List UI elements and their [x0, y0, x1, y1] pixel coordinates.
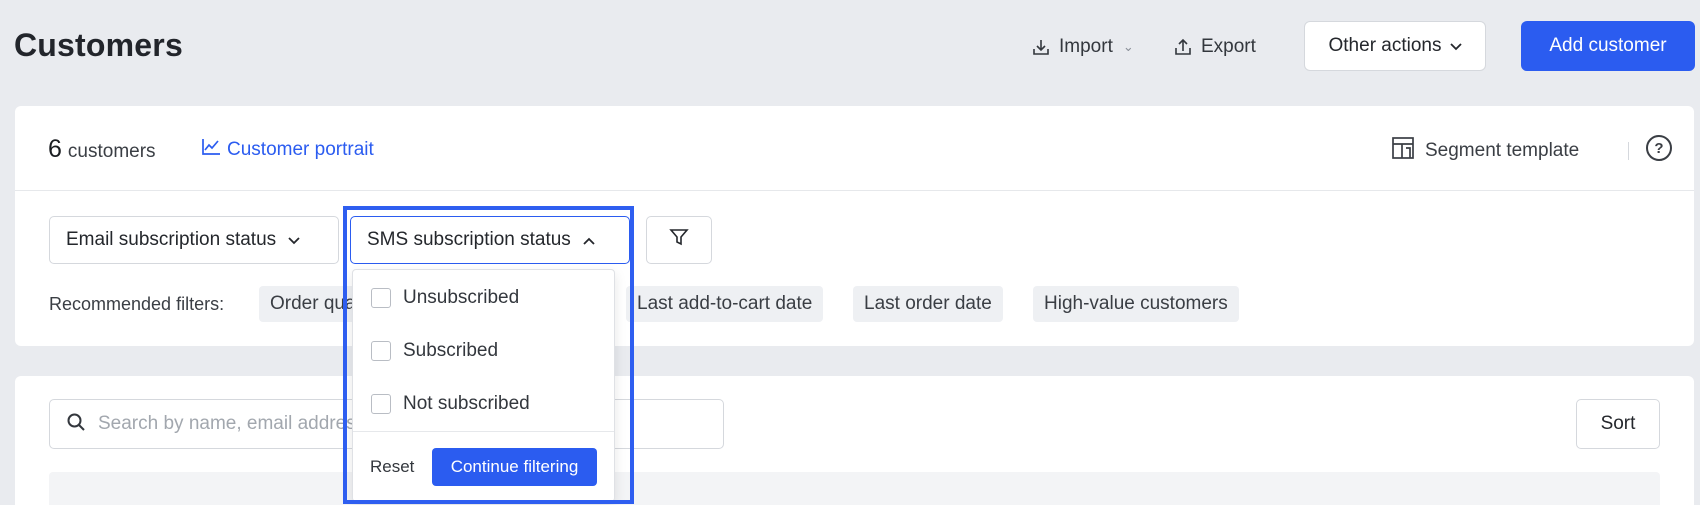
other-actions-label: Other actions	[1328, 35, 1442, 56]
customer-count-label: customers	[67, 141, 156, 162]
app-canvas: Customers Import ⌄ Export Other actions …	[0, 0, 1700, 505]
search-icon	[66, 412, 86, 437]
sms-subscription-filter-label: SMS subscription status	[367, 229, 571, 250]
import-label: Import	[1059, 36, 1113, 57]
continue-filtering-button[interactable]: Continue filtering	[432, 448, 597, 486]
reset-button[interactable]: Reset	[370, 457, 414, 477]
divider	[1628, 142, 1629, 160]
segment-template-label: Segment template	[1425, 140, 1580, 161]
option-label: Unsubscribed	[403, 287, 520, 308]
chevron-down-icon	[288, 229, 300, 251]
recommended-filter-chip[interactable]: Last add-to-cart date	[626, 286, 824, 322]
recommended-filters-label: Recommended filters:	[49, 294, 225, 314]
checkbox-icon[interactable]	[371, 288, 391, 308]
customer-portrait-link[interactable]: Customer portrait	[201, 138, 374, 162]
export-icon	[1173, 37, 1193, 57]
recommended-filter-chip[interactable]: High-value customers	[1033, 286, 1239, 322]
summary-card: 6 customers Customer portrait Segment te…	[15, 106, 1694, 346]
import-button[interactable]: Import ⌄	[1031, 34, 1134, 60]
export-button[interactable]: Export	[1173, 34, 1256, 60]
table-header	[49, 472, 1660, 505]
funnel-icon	[669, 227, 689, 253]
option-label: Subscribed	[403, 340, 499, 361]
customer-count: 6 customers	[48, 135, 156, 164]
customer-list-card: Sort	[15, 376, 1694, 505]
checkbox-icon[interactable]	[371, 394, 391, 414]
recommended-filter-chip[interactable]: Last order date	[853, 286, 1003, 322]
customer-portrait-label: Customer portrait	[227, 139, 374, 160]
chevron-down-icon	[1449, 35, 1462, 57]
sms-subscription-filter[interactable]: SMS subscription status	[350, 216, 630, 264]
dropdown-footer: Reset Continue filtering	[353, 431, 614, 501]
page-title: Customers	[14, 27, 183, 63]
add-customer-button[interactable]: Add customer	[1521, 21, 1695, 71]
chevron-down-icon: ⌄	[1122, 39, 1134, 54]
segment-template-button[interactable]: Segment template	[1391, 136, 1579, 166]
option-unsubscribed[interactable]: Unsubscribed	[371, 283, 519, 313]
export-label: Export	[1201, 36, 1256, 57]
chevron-up-icon	[583, 229, 595, 251]
import-icon	[1031, 37, 1051, 57]
option-label: Not subscribed	[403, 393, 530, 414]
more-filters-button[interactable]	[646, 216, 712, 264]
checkbox-icon[interactable]	[371, 341, 391, 361]
email-subscription-filter[interactable]: Email subscription status	[49, 216, 339, 264]
option-subscribed[interactable]: Subscribed	[371, 336, 498, 366]
sort-button[interactable]: Sort	[1576, 399, 1660, 449]
help-icon[interactable]: ?	[1646, 135, 1672, 161]
sms-status-dropdown: Unsubscribed Subscribed Not subscribed R…	[352, 269, 615, 502]
customer-count-number: 6	[48, 135, 62, 163]
other-actions-button[interactable]: Other actions	[1304, 21, 1486, 71]
summary-bar: 6 customers Customer portrait Segment te…	[15, 106, 1694, 191]
option-not-subscribed[interactable]: Not subscribed	[371, 389, 530, 419]
email-subscription-filter-label: Email subscription status	[66, 229, 277, 250]
line-chart-icon	[201, 138, 221, 162]
layout-template-icon	[1391, 136, 1415, 166]
